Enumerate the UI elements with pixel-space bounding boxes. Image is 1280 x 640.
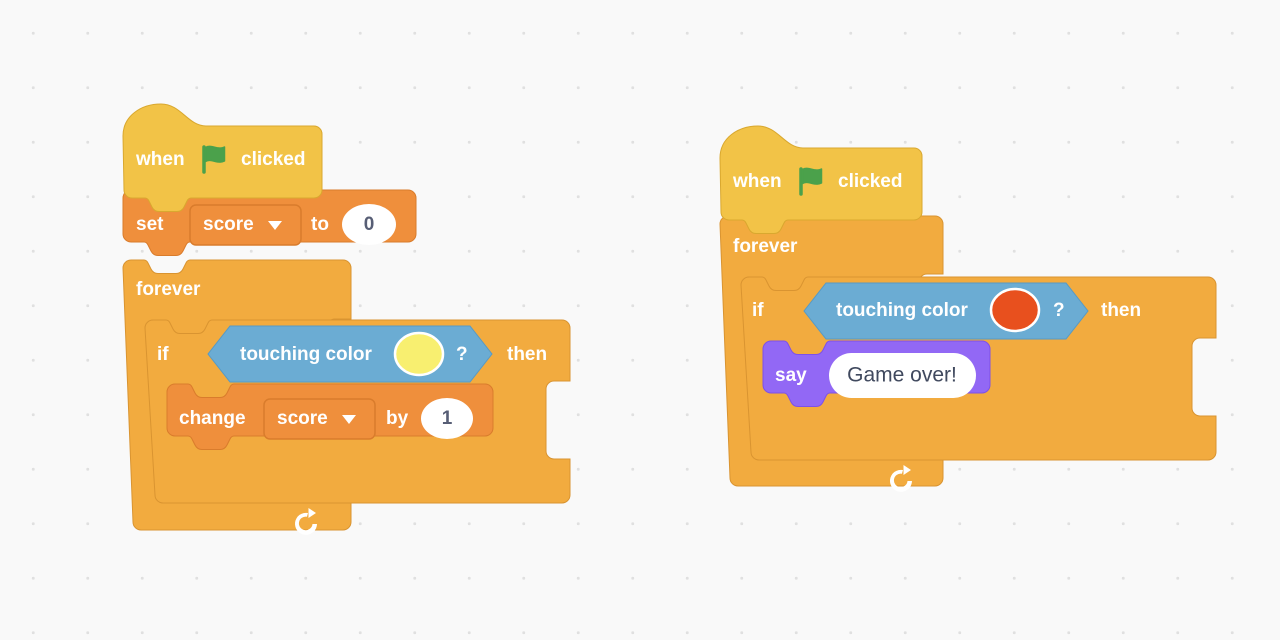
- then-label: then: [507, 344, 547, 365]
- clicked-label: clicked: [838, 171, 902, 192]
- input-value: 1: [442, 408, 453, 429]
- dropdown-value: score: [203, 214, 254, 235]
- to-label: to: [311, 214, 329, 235]
- dropdown-value: score: [277, 408, 328, 429]
- when-flag-clicked-block-right[interactable]: when clicked: [719, 125, 923, 234]
- script-left[interactable]: forever if then touching color ? change: [122, 103, 571, 535]
- forever-label: forever: [136, 279, 201, 300]
- by-label: by: [386, 408, 409, 429]
- if-label: if: [752, 300, 764, 321]
- forever-label: forever: [733, 236, 798, 257]
- change-label: change: [179, 408, 246, 429]
- when-label: when: [732, 171, 782, 192]
- when-label: when: [135, 149, 185, 170]
- touching-color-block-right[interactable]: touching color ?: [803, 282, 1089, 340]
- block-workspace-canvas[interactable]: forever if then touching color ? change: [0, 0, 1280, 640]
- question-mark-label: ?: [1053, 300, 1065, 321]
- input-value: 0: [364, 214, 375, 235]
- if-label: if: [157, 344, 169, 365]
- variable-dropdown-left-change[interactable]: score: [263, 398, 376, 440]
- color-swatch-right[interactable]: [989, 287, 1041, 333]
- say-label: say: [775, 365, 807, 386]
- touching-color-block-left[interactable]: touching color ?: [207, 325, 493, 383]
- then-label: then: [1101, 300, 1141, 321]
- touching-color-label: touching color: [240, 344, 373, 365]
- say-text-input-right[interactable]: Game over!: [829, 353, 976, 398]
- change-value-input-left[interactable]: 1: [421, 398, 473, 439]
- set-value-input-left[interactable]: 0: [342, 204, 396, 245]
- question-mark-label: ?: [456, 344, 468, 365]
- when-flag-clicked-block-left[interactable]: when clicked: [122, 103, 323, 212]
- script-right[interactable]: forever if then touching color ? say Gam…: [719, 125, 1217, 492]
- variable-dropdown-left-set[interactable]: score: [189, 204, 302, 246]
- touching-color-label: touching color: [836, 300, 969, 321]
- set-label: set: [136, 214, 164, 235]
- input-value: Game over!: [847, 364, 957, 387]
- clicked-label: clicked: [241, 149, 305, 170]
- color-swatch-left[interactable]: [393, 331, 445, 377]
